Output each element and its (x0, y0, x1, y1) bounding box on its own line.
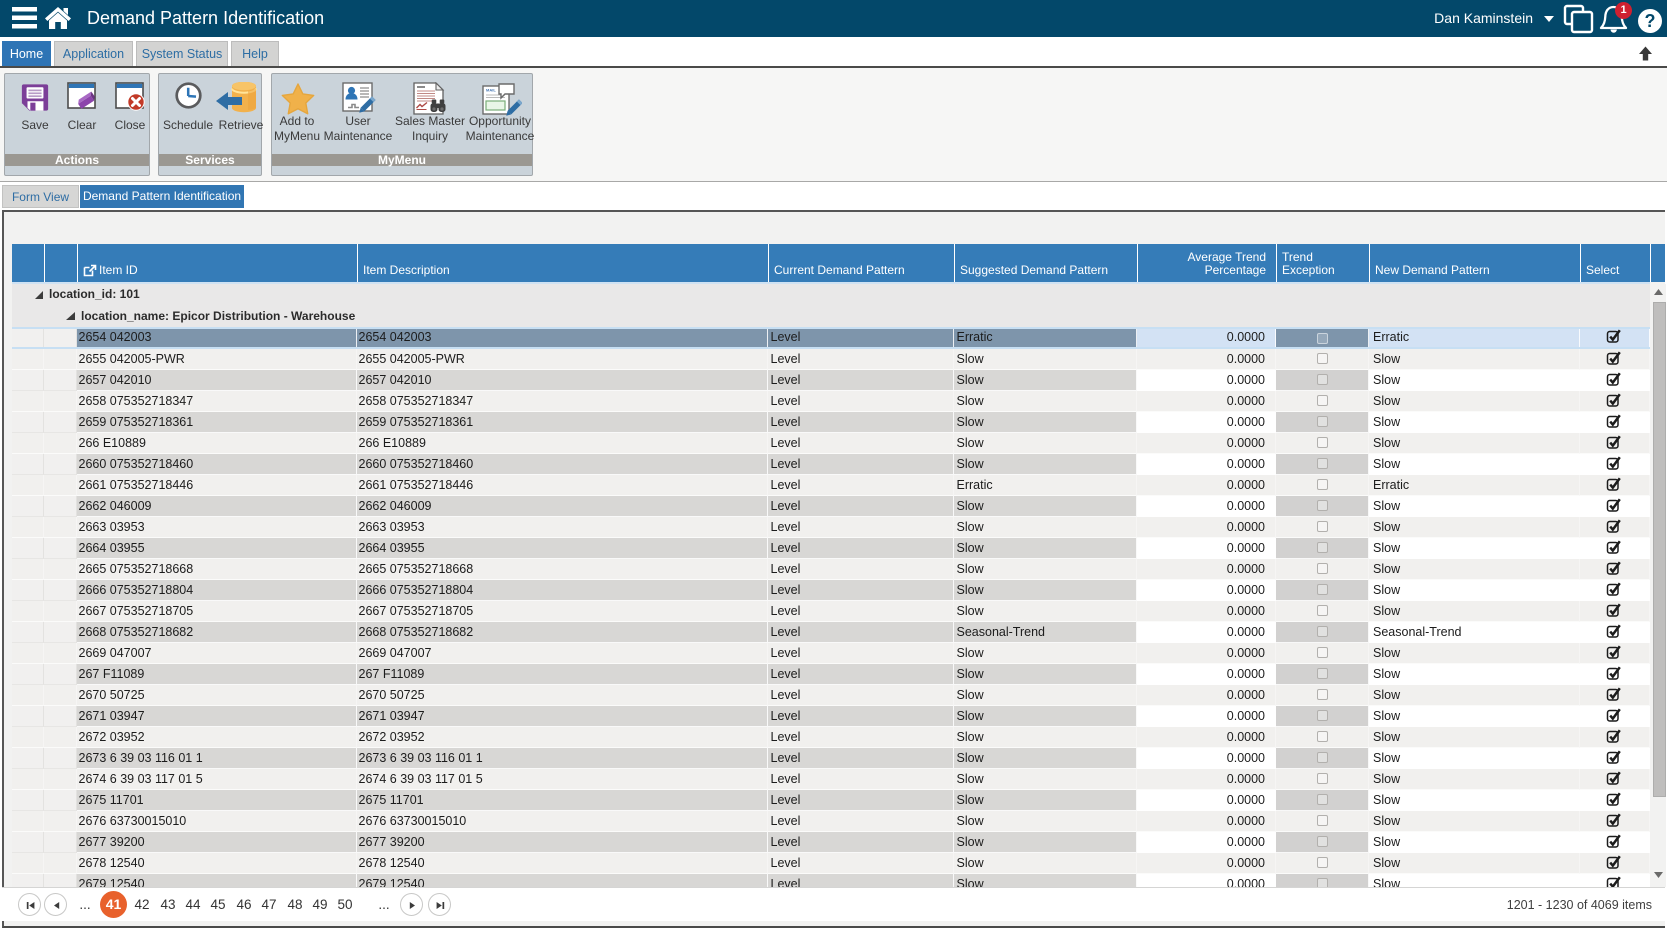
svg-text:MAIL: MAIL (486, 88, 496, 93)
